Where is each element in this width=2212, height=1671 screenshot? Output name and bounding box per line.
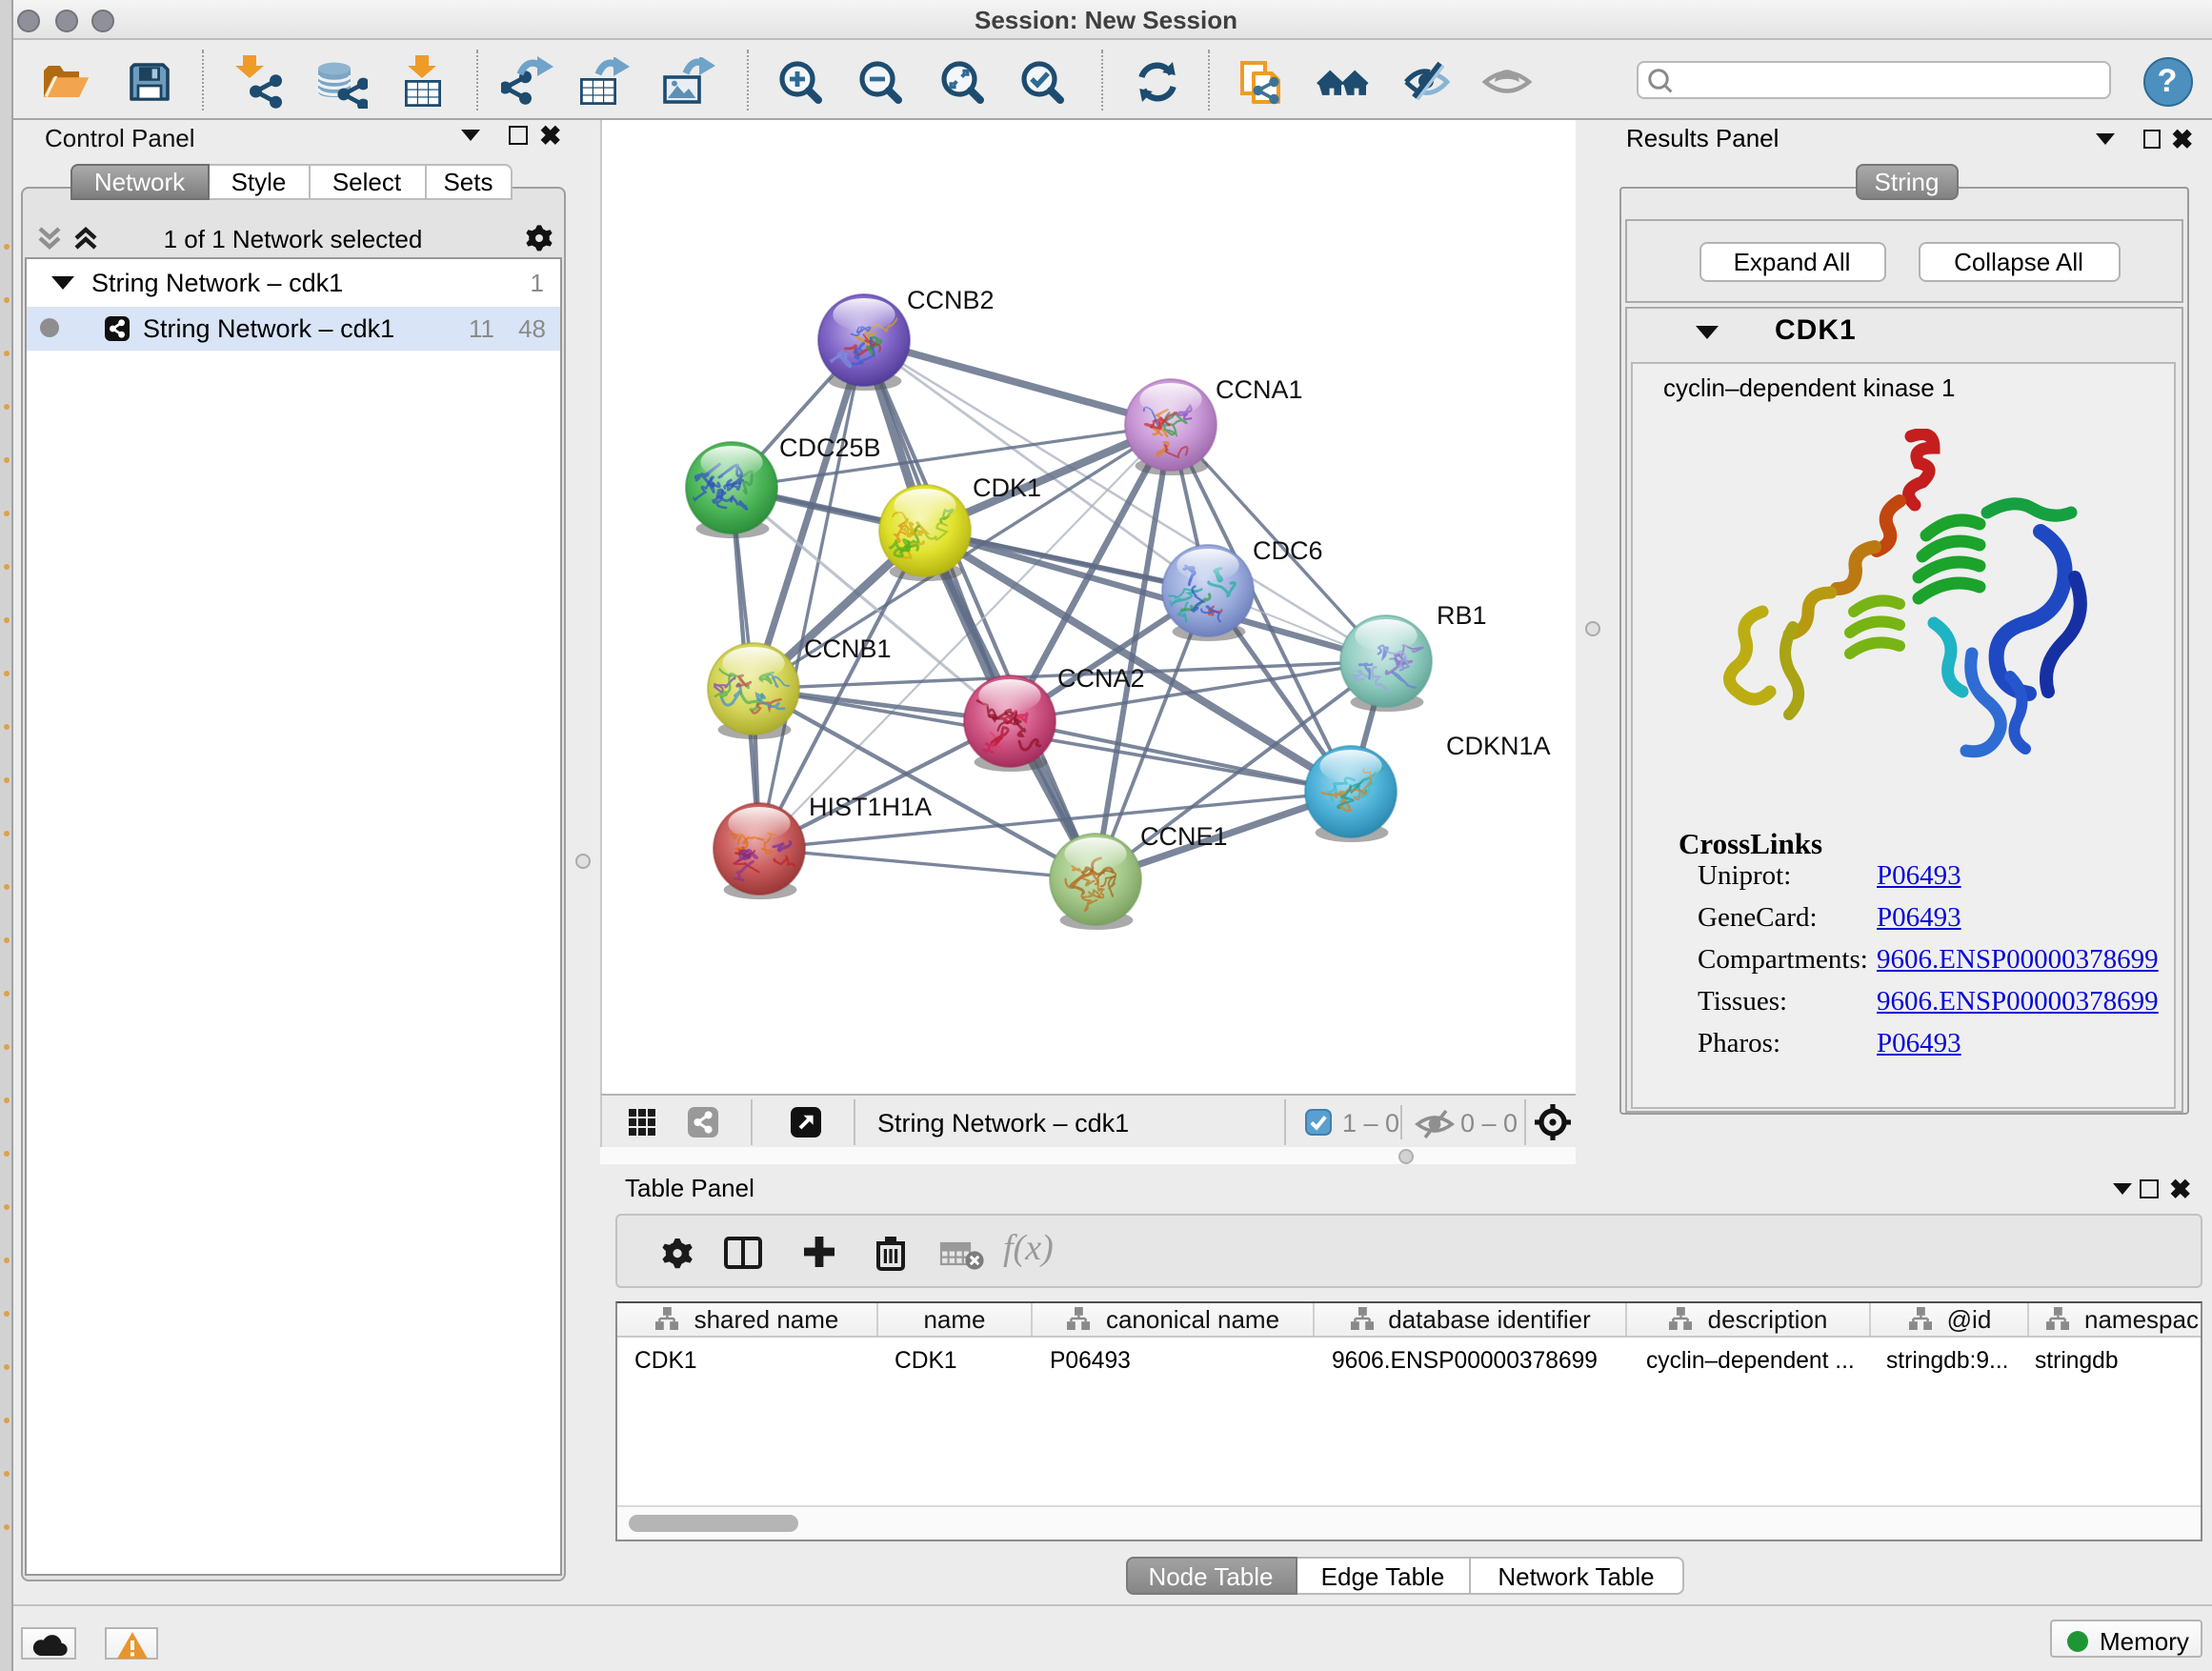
svg-text:CCNE1: CCNE1 xyxy=(1139,822,1227,851)
svg-text:CDK1: CDK1 xyxy=(972,473,1040,502)
svg-text:CCNA2: CCNA2 xyxy=(1056,664,1144,693)
svg-text:CCNB2: CCNB2 xyxy=(906,286,994,314)
svg-text:CDC6: CDC6 xyxy=(1252,536,1322,565)
svg-text:CDC25B: CDC25B xyxy=(778,433,880,462)
svg-text:RB1: RB1 xyxy=(1436,601,1486,630)
svg-text:CDKN1A: CDKN1A xyxy=(1445,732,1550,760)
svg-text:CCNB1: CCNB1 xyxy=(803,634,891,663)
svg-text:HIST1H1A: HIST1H1A xyxy=(808,793,931,821)
svg-text:CCNA1: CCNA1 xyxy=(1215,375,1302,404)
